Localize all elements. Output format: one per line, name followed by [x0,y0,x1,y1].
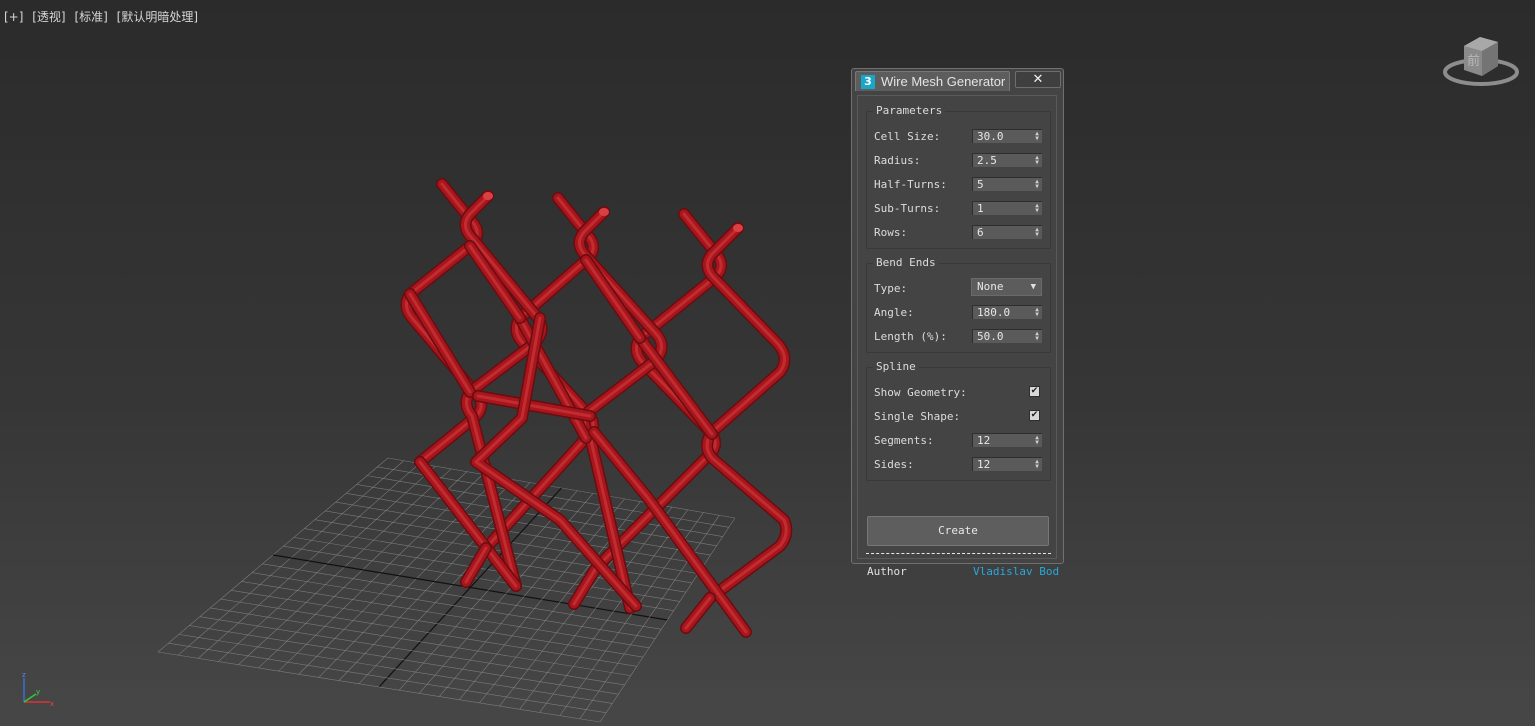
type-value[interactable]: None [977,281,1004,293]
sides-label: Sides: [874,458,914,471]
wire-strand[interactable] [464,546,488,584]
cell-size-value[interactable]: 30.0 [977,131,1004,143]
sub-turns-row: Sub-Turns: 1 ▲ ▼ [874,201,1046,217]
segments-value[interactable]: 12 [977,435,990,447]
author-label: Author [867,565,907,578]
spinner-arrows-icon[interactable]: ▲ ▼ [1034,131,1040,142]
wire-end-cap [733,224,743,232]
show-geometry-row: Show Geometry: ✔ [874,385,1046,401]
half-turns-value[interactable]: 5 [977,179,984,191]
cell-size-row: Cell Size: 30.0 ▲ ▼ [874,129,1046,145]
length-spinner[interactable]: 50.0 ▲ ▼ [972,329,1042,343]
sub-turns-label: Sub-Turns: [874,202,941,215]
show-geometry-label: Show Geometry: [874,386,967,399]
create-button[interactable]: Create [867,516,1049,546]
sides-row: Sides: 12 ▲ ▼ [874,457,1046,473]
spinner-arrows-icon[interactable]: ▲ ▼ [1034,331,1040,342]
spinner-arrows-icon[interactable]: ▲ ▼ [1034,155,1040,166]
segments-row: Segments: 12 ▲ ▼ [874,433,1046,449]
y-axis-label: y [36,688,40,696]
show-geometry-checkbox[interactable]: ✔ [1029,386,1040,397]
bend-ends-title: Bend Ends [873,257,939,269]
app-icon: 3 [861,75,875,89]
radius-label: Radius: [874,154,921,167]
single-shape-checkbox[interactable]: ✔ [1029,410,1040,421]
z-axis-label: z [22,671,26,679]
angle-value[interactable]: 180.0 [977,307,1010,319]
angle-spinner[interactable]: 180.0 ▲ ▼ [972,305,1042,319]
cell-size-spinner[interactable]: 30.0 ▲ ▼ [972,129,1042,143]
x-axis-label: x [50,700,54,708]
wire-end-cap [483,192,493,200]
title-tab[interactable]: 3 Wire Mesh Generator [855,71,1010,91]
bend-ends-group: Bend Ends Type: None ▼ Angle: 180.0 ▲ ▼ L… [866,257,1051,353]
rows-value[interactable]: 6 [977,227,984,239]
rows-row: Rows: 6 ▲ ▼ [874,225,1046,241]
length-row: Length (%): 50.0 ▲ ▼ [874,329,1046,345]
sub-turns-spinner[interactable]: 1 ▲ ▼ [972,201,1042,215]
angle-label: Angle: [874,306,914,319]
grid-line [519,506,673,710]
radius-value[interactable]: 2.5 [977,155,997,167]
spline-title: Spline [873,361,919,373]
radius-spinner[interactable]: 2.5 ▲ ▼ [972,153,1042,167]
dialog-content: Parameters Cell Size: 30.0 ▲ ▼ Radius: 2.… [857,95,1059,578]
sides-value[interactable]: 12 [977,459,990,471]
parameters-group: Parameters Cell Size: 30.0 ▲ ▼ Radius: 2.… [866,105,1051,249]
sides-spinner[interactable]: 12 ▲ ▼ [972,457,1042,471]
single-shape-label: Single Shape: [874,410,961,423]
rows-spinner[interactable]: 6 ▲ ▼ [972,225,1042,239]
angle-row: Angle: 180.0 ▲ ▼ [874,305,1046,321]
wire-end-cap [599,208,609,216]
cell-size-label: Cell Size: [874,130,941,143]
viewcube[interactable]: 前 [1440,32,1522,96]
wire-strand[interactable] [408,292,472,394]
length-label: Length (%): [874,330,947,343]
wire-strand[interactable] [684,596,712,630]
dialog-title: Wire Mesh Generator [881,74,1006,89]
grid-line [459,498,625,700]
wire-mesh-generator-dialog: 3 Wire Mesh Generator ✕ Parameters Cell … [851,68,1064,578]
author-link[interactable]: Vladislav Bod [973,566,1059,578]
segments-spinner[interactable]: 12 ▲ ▼ [972,433,1042,447]
spinner-arrows-icon[interactable]: ▲ ▼ [1034,179,1040,190]
type-row: Type: None ▼ [874,278,1046,297]
segments-label: Segments: [874,434,934,447]
length-value[interactable]: 50.0 [977,331,1004,343]
viewcube-front-label[interactable]: 前 [1467,53,1480,69]
half-turns-row: Half-Turns: 5 ▲ ▼ [874,177,1046,193]
type-dropdown[interactable]: None ▼ [971,278,1042,296]
spinner-arrows-icon[interactable]: ▲ ▼ [1034,307,1040,318]
spinner-arrows-icon[interactable]: ▲ ▼ [1034,459,1040,470]
close-button[interactable]: ✕ [1015,71,1061,88]
chevron-down-icon[interactable]: ▼ [1031,281,1036,293]
spinner-arrows-icon[interactable]: ▲ ▼ [1034,227,1040,238]
spinner-arrows-icon[interactable]: ▲ ▼ [1034,203,1040,214]
wire-mesh-object[interactable] [400,178,793,638]
radius-row: Radius: 2.5 ▲ ▼ [874,153,1046,169]
axis-tripod: z x y [22,671,54,708]
title-bar[interactable]: 3 Wire Mesh Generator ✕ [854,71,1061,91]
viewport-scene[interactable] [0,0,1535,726]
single-shape-row: Single Shape: ✔ [874,409,1046,425]
y-axis [23,693,37,703]
half-turns-label: Half-Turns: [874,178,947,191]
wire-strand[interactable] [638,336,714,436]
separator-line [866,553,1051,554]
half-turns-spinner[interactable]: 5 ▲ ▼ [972,177,1042,191]
sub-turns-value[interactable]: 1 [977,203,984,215]
spinner-arrows-icon[interactable]: ▲ ▼ [1034,435,1040,446]
rows-label: Rows: [874,226,908,239]
type-label: Type: [874,282,908,295]
parameters-title: Parameters [873,105,946,117]
spline-group: Spline Show Geometry: ✔ Single Shape: ✔ … [866,361,1051,481]
